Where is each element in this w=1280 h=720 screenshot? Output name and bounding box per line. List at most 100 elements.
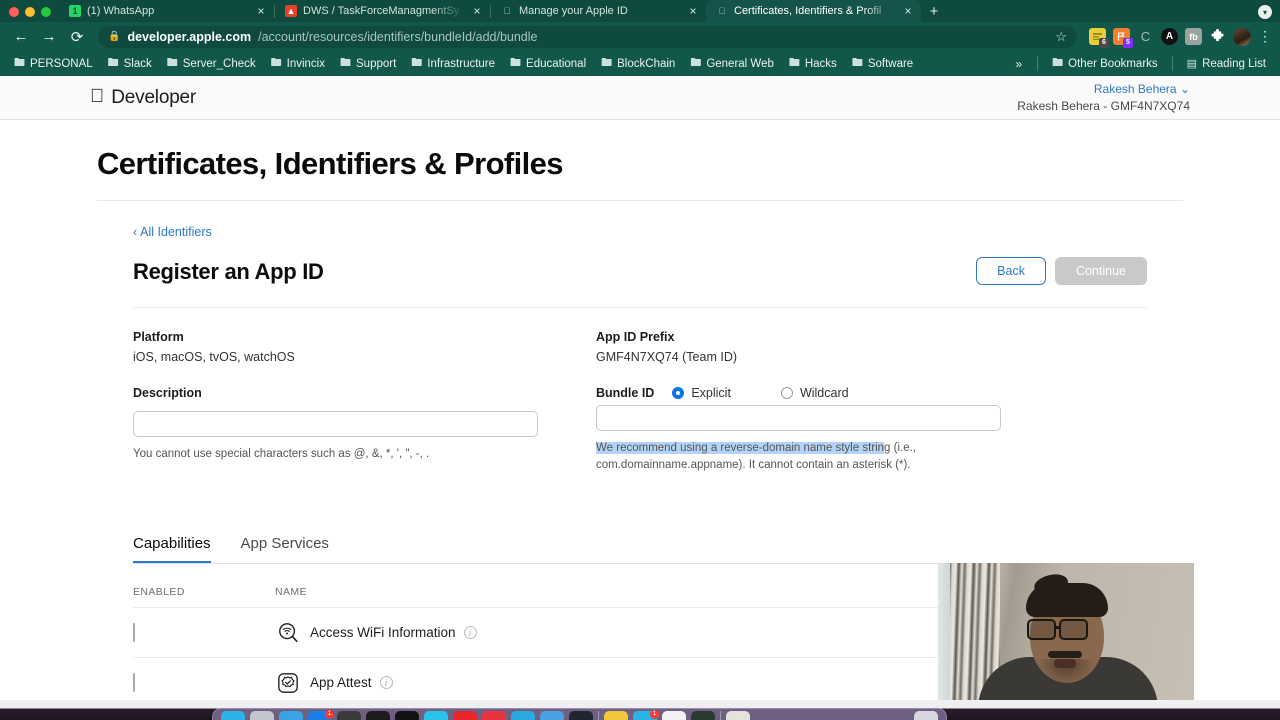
tasks-extension-icon[interactable]: 5 [1113, 28, 1133, 48]
reading-list-button[interactable]: ▤ Reading List [1181, 54, 1272, 73]
radio-explicit[interactable]: Explicit [672, 386, 731, 400]
breadcrumb-all-identifiers[interactable]: ‹ All Identifiers [133, 225, 212, 239]
bookmark-star-icon[interactable]: ☆ [1055, 29, 1067, 45]
bookmark-folder-slack[interactable]: 🖿 Slack [102, 51, 158, 76]
platform-label: Platform [133, 330, 184, 344]
bookmark-folder-support[interactable]: 🖿 Support [334, 51, 402, 76]
dock-item-downloads[interactable] [726, 711, 750, 720]
dock-item-trash[interactable] [914, 711, 938, 720]
fb-extension-icon[interactable]: fb [1185, 28, 1202, 45]
folder-icon: 🖿 [107, 57, 119, 69]
account-name-link[interactable]: Rakesh Behera ⌄ [1017, 81, 1190, 97]
close-tab-button[interactable]: × [686, 5, 700, 17]
browser-tab-dws[interactable]: ▲ DWS / TaskForceManagmentSy × [275, 0, 490, 22]
radio-wildcard[interactable]: Wildcard [780, 386, 849, 400]
back-button[interactable]: ← [8, 25, 34, 49]
dock-item-mail[interactable]: 1 [308, 710, 334, 720]
dock-item-launchpad[interactable] [250, 711, 274, 720]
folder-icon: 🖿 [601, 57, 613, 69]
webcam-person-mouth [1054, 659, 1076, 668]
reload-button[interactable]: ⟳ [64, 25, 90, 49]
enabled-cell [133, 672, 275, 692]
bookmark-folder-hacks[interactable]: 🖿 Hacks [783, 51, 843, 76]
new-tab-button[interactable]: + [921, 0, 947, 22]
puzzle-extension-icon[interactable] [1209, 28, 1226, 45]
dock-item-notes[interactable] [604, 711, 628, 720]
c-extension-icon[interactable]: C [1137, 28, 1154, 45]
dock-item-app-store[interactable] [540, 711, 564, 720]
bookmark-folder-educational[interactable]: 🖿 Educational [504, 51, 592, 76]
dock-item-slack[interactable]: 1 [633, 710, 659, 720]
adblock-extension-icon[interactable]: A [1161, 28, 1178, 45]
minimize-window-button[interactable] [25, 7, 35, 17]
url-host: developer.apple.com [127, 29, 252, 44]
back-button[interactable]: Back [976, 257, 1046, 285]
account-name-label: Rakesh Behera [1093, 82, 1177, 97]
dock-item-spotify[interactable] [691, 711, 715, 720]
close-tab-button[interactable]: × [901, 5, 915, 17]
table-row[interactable]: Access WiFi Information i [133, 608, 1005, 659]
capability-name: Access WiFi Information [310, 625, 456, 641]
dock-item-terminal[interactable] [366, 711, 390, 720]
dock-item-youtube[interactable] [453, 711, 477, 720]
browser-tab-whatsapp[interactable]: 1 (1) WhatsApp × [59, 0, 274, 22]
info-icon[interactable]: i [463, 626, 477, 640]
continue-button: Continue [1054, 257, 1147, 285]
bookmark-label: Educational [526, 57, 587, 70]
dock-item-finder[interactable] [221, 711, 245, 720]
capability-checkbox[interactable] [133, 622, 135, 642]
form-title: Register an App ID [133, 259, 324, 284]
notes-extension-icon[interactable]: 6 [1089, 28, 1109, 48]
browser-menu-icon[interactable]: ⋮ [1258, 28, 1272, 45]
dock-item-files[interactable] [662, 711, 686, 720]
dock-item-music[interactable] [482, 711, 506, 720]
profile-avatar[interactable] [1233, 27, 1251, 46]
bookmark-folder-server-check[interactable]: 🖿 Server_Check [161, 51, 262, 76]
description-input[interactable] [133, 411, 538, 437]
description-label: Description [133, 386, 202, 400]
bookmark-folder-personal[interactable]: 🖿 PERSONAL [8, 51, 99, 76]
bookmark-folder-infrastructure[interactable]: 🖿 Infrastructure [405, 51, 501, 76]
bookmark-folder-invincix[interactable]: 🖿 Invincix [265, 51, 331, 76]
radio-explicit-dot [672, 387, 685, 399]
maximize-window-button[interactable] [41, 7, 51, 17]
bookmarks-overflow-button[interactable]: » [1008, 54, 1029, 74]
tab-title: (1) WhatsApp [87, 5, 155, 17]
close-tab-button[interactable]: × [470, 5, 484, 17]
folder-icon: 🖿 [166, 57, 178, 69]
dock-item-photos[interactable] [337, 711, 361, 720]
bookmark-folder-blockchain[interactable]: 🖿 BlockChain [595, 51, 681, 76]
folder-icon: 🖿 [690, 57, 702, 69]
bookmark-folder-general-web[interactable]: 🖿 General Web [684, 51, 780, 76]
close-window-button[interactable] [9, 7, 19, 17]
reading-list-icon: ▤ [1186, 58, 1198, 70]
folder-icon: 🖿 [1052, 57, 1064, 69]
bookmark-folder-software[interactable]: 🖿 Software [846, 51, 919, 76]
forward-button[interactable]: → [36, 25, 62, 49]
browser-tab-certificates[interactable]:  Certificates, Identifiers & Profil × [706, 0, 921, 22]
tab-app-services[interactable]: App Services [241, 535, 329, 563]
folder-icon: 🖿 [788, 57, 800, 69]
radio-wildcard-label: Wildcard [799, 386, 849, 400]
dock-item-code-editor[interactable] [395, 711, 419, 720]
folder-icon: 🖿 [340, 57, 351, 69]
capability-checkbox[interactable] [133, 672, 135, 692]
dock-item-safari[interactable] [279, 711, 303, 720]
macos-dock: 1 1 [0, 700, 1280, 720]
address-bar[interactable]: 🔒 developer.apple.com/account/resources/… [98, 25, 1077, 48]
window-traffic-lights [0, 7, 59, 22]
tab-capabilities[interactable]: Capabilities [133, 535, 211, 564]
apple-developer-logo[interactable]:  Developer [90, 87, 196, 109]
other-bookmarks-button[interactable]: 🖿 Other Bookmarks [1046, 51, 1163, 76]
dock-item-xcode[interactable] [569, 711, 593, 720]
dock-item-messages[interactable] [424, 711, 448, 720]
bundle-id-input[interactable] [596, 405, 1001, 431]
app-id-prefix-value: GMF4N7XQ74 (Team ID) [596, 350, 738, 364]
tab-search-chevron-icon[interactable]: ▾ [1258, 5, 1272, 19]
browser-tab-apple-id[interactable]:  Manage your Apple ID × [491, 0, 706, 22]
info-icon[interactable]: i [379, 676, 393, 690]
webcam-window-edge [938, 563, 950, 709]
dock-bar: 1 1 [212, 708, 947, 720]
close-tab-button[interactable]: × [254, 5, 268, 17]
dock-item-telegram[interactable] [511, 711, 535, 720]
